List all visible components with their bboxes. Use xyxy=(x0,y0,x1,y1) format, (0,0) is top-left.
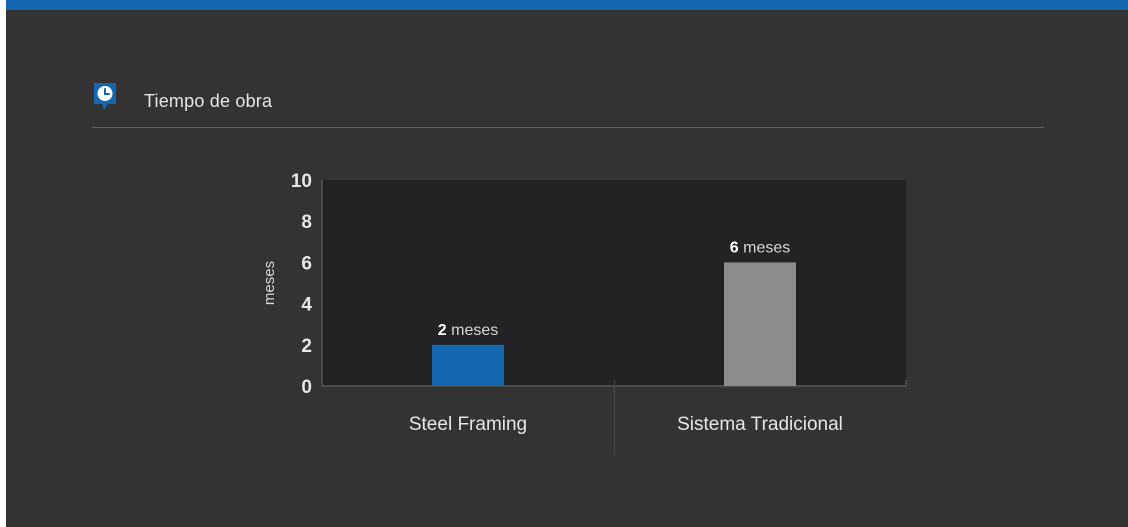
bar xyxy=(432,344,504,386)
bar-chart: 0246810meses2 mesesSteel Framing6 mesesS… xyxy=(261,171,907,455)
y-tick-label: 4 xyxy=(301,295,312,316)
y-tick-label: 0 xyxy=(301,377,312,398)
y-tick-label: 6 xyxy=(301,253,312,274)
y-axis-label: meses xyxy=(261,261,278,305)
data-label-unit: meses xyxy=(451,322,498,339)
data-label-unit: meses xyxy=(743,239,790,256)
bar xyxy=(724,262,796,386)
data-label-value: 2 xyxy=(438,322,451,339)
y-tick-label: 8 xyxy=(301,212,312,233)
y-tick-label: 10 xyxy=(291,171,312,192)
content-panel: Tiempo de obra 0 2 4 6 8 10 meses 2 meses Steel … xyxy=(6,0,1128,527)
y-tick-label: 2 xyxy=(301,336,312,357)
data-label: 6 meses xyxy=(730,239,790,256)
plot-area xyxy=(322,180,906,386)
category-label: Steel Framing xyxy=(409,414,527,435)
category-label: Sistema Tradicional xyxy=(677,414,843,435)
data-label: 2 meses xyxy=(438,322,498,339)
data-label-value: 6 xyxy=(730,239,743,256)
